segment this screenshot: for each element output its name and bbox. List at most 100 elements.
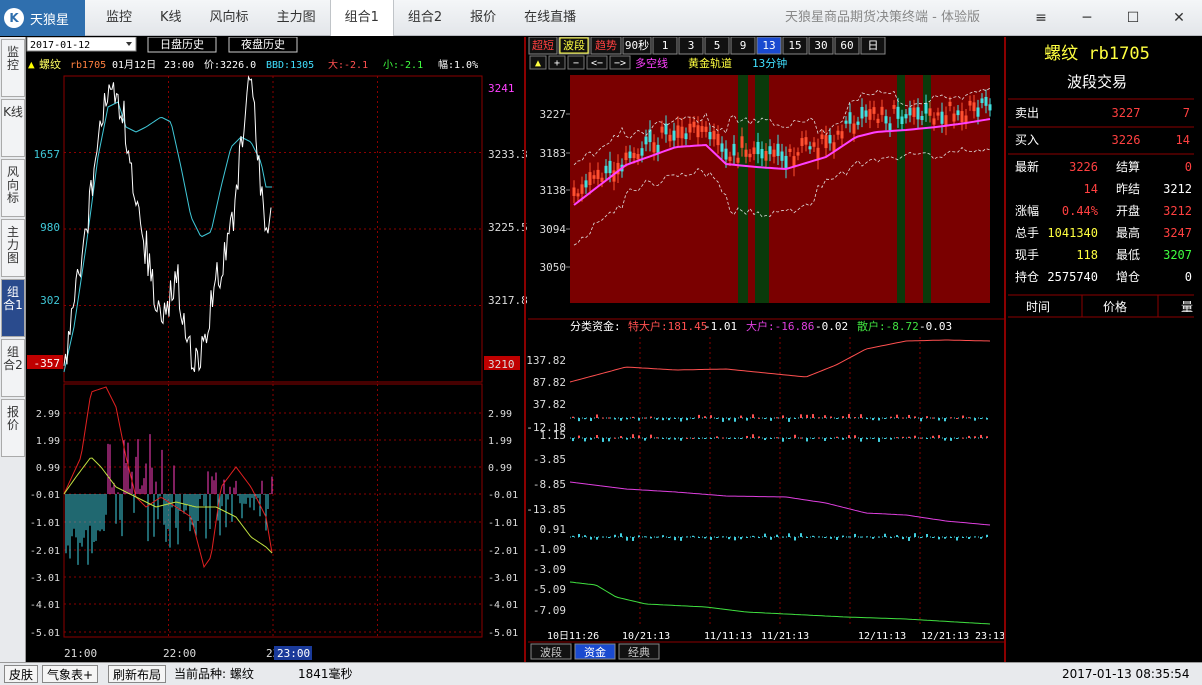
right-axis-label-0: 3241 (488, 82, 515, 95)
kline-axis-1: 3183 (540, 147, 567, 160)
menu-3[interactable]: 主力图 (263, 0, 330, 36)
bottom-tab-label-2: 经典 (628, 645, 650, 659)
quote-row-5-l2: 增仓 (1116, 270, 1140, 284)
osc-right-3: -0.01 (488, 490, 518, 501)
quote-row-3-l2: 最高 (1116, 225, 1140, 240)
quote-rows: 最新 3226 结算 0 14 昨结 3212 涨幅 0.44% 开盘 3212 总手 1041340 最… (1015, 159, 1192, 284)
fund-axis-9: -1.09 (533, 543, 566, 556)
left-tab-0[interactable]: 监控 (1, 39, 25, 97)
refresh-layout-button[interactable]: 刷新布局 (108, 665, 167, 683)
left-tab-5[interactable]: 组合2 (1, 339, 25, 397)
quote-row-5-l1: 持仓 (1015, 269, 1039, 284)
quote-row-3-v1: 1041340 (1047, 226, 1098, 240)
period-label-4: 1 (662, 39, 669, 52)
fund-axis-2: 37.82 (533, 398, 566, 411)
fund-axis-1: 87.82 (533, 376, 566, 389)
fund-item-1: 大户:-16.86 (746, 319, 814, 333)
quote-row-2-l1: 涨幅 (1015, 203, 1039, 218)
info-code: rb1705 (70, 60, 106, 71)
left-tab-6[interactable]: 报价 (1, 399, 25, 457)
datetime: 2017-01-13 08:35:54 (1062, 667, 1190, 681)
period-label-12: 日 (868, 39, 879, 52)
toolbar-label-1: + (554, 58, 560, 69)
menu-5[interactable]: 组合2 (394, 0, 456, 36)
status-bar: 皮肤 气象表+ 刷新布局 当前品种: 螺纹 1841毫秒 2017-01-13 … (0, 662, 1202, 685)
quote-row-2-v2: 3212 (1163, 204, 1192, 218)
sell-price: 3227 (1112, 106, 1141, 120)
night-history-label: 夜盘历史 (241, 37, 285, 51)
minimize-button[interactable]: ─ (1064, 0, 1110, 36)
info-small: 小:-2.1 (383, 59, 423, 71)
menu-1[interactable]: K线 (146, 0, 196, 36)
band-0 (738, 75, 748, 303)
kline-bottom-tabs: 波段 资金 经典 (530, 643, 660, 660)
toolbar-label-2: − (573, 58, 579, 69)
fund-axis-11: -5.09 (533, 583, 566, 596)
osc-left-4: -1.01 (30, 518, 60, 529)
left-tab-2[interactable]: 风向标 (1, 159, 25, 217)
period-label-9: 15 (788, 39, 801, 52)
kline-axis-0: 3227 (540, 108, 567, 121)
fund-title: 分类资金: (570, 319, 621, 333)
kline-axis-4: 3050 (540, 261, 567, 274)
period-label-6: 5 (714, 39, 721, 52)
fund-axis-0: 137.82 (526, 354, 566, 367)
kline-panel: 超短 波段 趋势 90秒 1 3 5 9 13 15 30 60 日 ▲ + − <− −> 多空线 黄金轨道 … (526, 37, 1005, 660)
right-axis-label-3: 3217.8 (488, 294, 528, 307)
close-button[interactable]: ✕ (1156, 0, 1202, 36)
fund-axis-7: -13.85 (526, 503, 566, 516)
left-tab-1[interactable]: K线 (1, 99, 25, 157)
period-label-5: 3 (688, 39, 695, 52)
skin-button[interactable]: 皮肤 (4, 665, 39, 683)
quote-row-0-l1: 最新 (1015, 159, 1039, 174)
window-title: 天狼星商品期货决策终端 - 体验版 (785, 10, 980, 25)
quote-row-2-l2: 开盘 (1116, 203, 1140, 218)
period-label-2: 趋势 (595, 39, 617, 52)
left-tab-3[interactable]: 主力图 (1, 219, 25, 277)
toolbar-label-4: −> (614, 58, 626, 69)
quote-row-1-v1: 14 (1084, 182, 1098, 196)
latency: 1841毫秒 (298, 667, 353, 681)
kline-toolbar: ▲ + − <− −> (529, 55, 631, 70)
indicator-period: 13分钟 (752, 56, 787, 70)
menu-icon[interactable]: ≡ (1018, 0, 1064, 36)
wolf-logo-icon: K (4, 8, 24, 28)
date-label-1: 10/21:13 (622, 631, 670, 642)
period-label-10: 30 (814, 39, 827, 52)
tick-headers: 时间 价格 量 (1026, 295, 1193, 317)
date-label-6: 23:13 (975, 631, 1005, 642)
period-label-3: 90秒 (625, 38, 649, 52)
current-symbol: 当前品种: 螺纹 (174, 667, 254, 681)
bottom-tab-label-1: 资金 (584, 645, 606, 659)
osc-left-1: 1.99 (36, 436, 60, 447)
menu-6[interactable]: 报价 (456, 0, 510, 36)
fund-axis-10: -3.09 (533, 563, 566, 576)
buy-label: 买入 (1015, 133, 1039, 147)
osc-left-5: -2.01 (30, 546, 60, 557)
tick-header-2: 量 (1181, 300, 1193, 314)
menu-2[interactable]: 风向标 (196, 0, 263, 36)
left-axis-label-1: 980 (40, 221, 60, 234)
menu-0[interactable]: 监控 (92, 0, 146, 36)
toolbar-label-0: ▲ (535, 58, 541, 69)
osc-right-6: -3.01 (488, 573, 518, 584)
weather-button[interactable]: 气象表+ (42, 665, 99, 683)
left-tab-4[interactable]: 组合1 (1, 279, 25, 337)
buy-volume: 14 (1176, 133, 1190, 147)
quote-panel: 螺纹 rb1705 波段交易 卖出 3227 7 买入 3226 14 最新 32… (1008, 44, 1194, 318)
maximize-button[interactable]: ☐ (1110, 0, 1156, 36)
quote-row-4-l1: 现手 (1015, 248, 1039, 262)
time-cursor-label: 23:00 (277, 647, 310, 660)
date-label-3: 11/21:13 (761, 631, 809, 642)
kline-axis-2: 3138 (540, 184, 567, 197)
osc-left-8: -5.01 (30, 628, 60, 639)
fund-axis: 137.8287.8237.82-12.181.15-3.85-8.85-13.… (526, 354, 566, 617)
left-axis-label-0: 1657 (34, 148, 61, 161)
menu-4[interactable]: 组合1 (329, 0, 394, 36)
window-controls: ≡ ─ ☐ ✕ (1018, 0, 1202, 36)
date-label-4: 12/11:13 (858, 631, 906, 642)
time-label-1: 22:00 (163, 647, 196, 660)
time-label-0: 21:00 (64, 647, 97, 660)
quote-row-4-l2: 最低 (1116, 248, 1140, 262)
app-logo[interactable]: K 天狼星 (0, 0, 85, 36)
